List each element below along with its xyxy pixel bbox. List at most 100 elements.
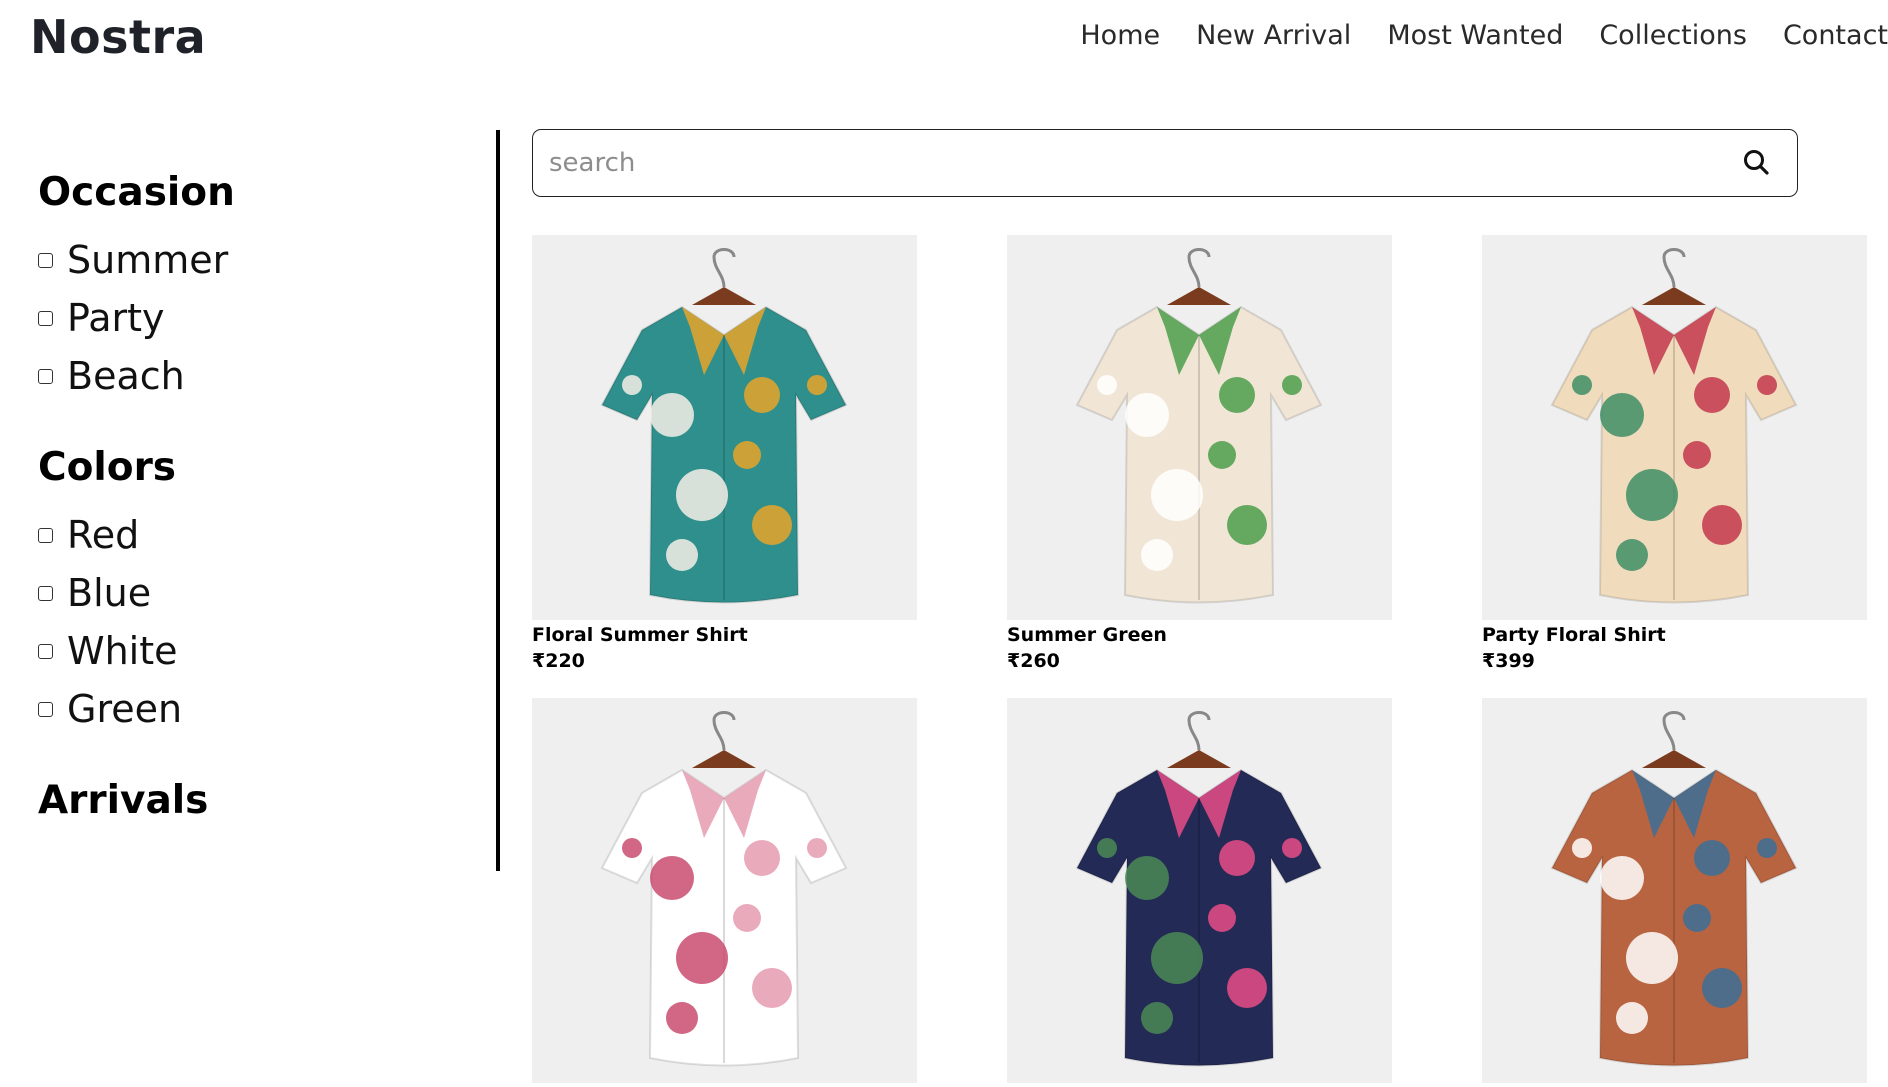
hanger-hook: [1662, 711, 1686, 751]
checkbox[interactable]: [38, 252, 53, 268]
shirt-pattern: [744, 377, 780, 413]
shirt-illustration: [600, 248, 848, 604]
product-card[interactable]: [1007, 698, 1392, 1087]
shirt-pattern: [1683, 441, 1711, 469]
shirt-pattern: [733, 904, 761, 932]
shirt-illustration: [1075, 248, 1323, 604]
shirt-pattern: [1626, 932, 1678, 984]
product-price: ₹260: [1007, 650, 1060, 672]
filter-option-green[interactable]: Green: [38, 680, 458, 738]
shirt-pattern: [733, 441, 761, 469]
hanger: [1642, 750, 1706, 768]
filter-option-summer[interactable]: Summer: [38, 231, 458, 289]
hanger-hook: [1187, 248, 1211, 288]
checkbox[interactable]: [38, 368, 53, 384]
shirt-pattern: [1616, 539, 1648, 571]
hanger-hook: [712, 248, 736, 288]
checkbox[interactable]: [38, 643, 53, 659]
shirt-pattern: [1572, 375, 1592, 395]
shirt-pattern: [650, 856, 694, 900]
checkbox[interactable]: [38, 701, 53, 717]
search-bar: [532, 129, 1798, 197]
product-image: [532, 698, 917, 1083]
shirt-pattern: [1097, 375, 1117, 395]
shirt-pattern: [1282, 838, 1302, 858]
filter-title-occasion: Occasion: [38, 170, 235, 215]
shirt-illustration: [1550, 248, 1798, 604]
hanger: [692, 750, 756, 768]
product-grid: Floral Summer Shirt ₹220 Summer Green ₹2…: [532, 235, 1867, 1087]
filter-sidebar: Occasion Summer Party Beach Colors Red B…: [38, 170, 458, 863]
nav-new-arrival[interactable]: New Arrival: [1196, 20, 1351, 51]
shirt-pattern: [622, 838, 642, 858]
shirt-pattern: [752, 968, 792, 1008]
main-nav: Home New Arrival Most Wanted Collections…: [1080, 20, 1888, 51]
search-icon[interactable]: [1739, 145, 1775, 181]
shirt-pattern: [1227, 968, 1267, 1008]
filter-title-colors: Colors: [38, 445, 177, 490]
product-price: ₹399: [1482, 650, 1535, 672]
shirt-pattern: [1141, 1002, 1173, 1034]
sidebar-divider: [496, 130, 500, 871]
product-card[interactable]: Summer Green ₹260: [1007, 235, 1392, 672]
filter-option-white[interactable]: White: [38, 622, 458, 680]
product-image: [1482, 698, 1867, 1083]
nav-most-wanted[interactable]: Most Wanted: [1387, 20, 1563, 51]
filter-title-arrivals: Arrivals: [38, 778, 209, 823]
hanger: [692, 287, 756, 305]
checkbox[interactable]: [38, 585, 53, 601]
filter-label: Red: [67, 513, 140, 557]
filter-label: Party: [67, 296, 165, 340]
hanger-hook: [1662, 248, 1686, 288]
shirt-pattern: [650, 393, 694, 437]
product-card[interactable]: [1482, 698, 1867, 1087]
shirt-pattern: [1227, 505, 1267, 545]
hanger: [1167, 287, 1231, 305]
shirt-pattern: [1683, 904, 1711, 932]
shirt-illustration: [600, 711, 848, 1067]
nav-contact[interactable]: Contact: [1783, 20, 1888, 51]
shirt-pattern: [666, 539, 698, 571]
filter-option-party[interactable]: Party: [38, 289, 458, 347]
shirt-pattern: [676, 932, 728, 984]
site-logo[interactable]: Nostra: [30, 10, 206, 64]
product-card[interactable]: [532, 698, 917, 1087]
shirt-pattern: [1757, 375, 1777, 395]
shirt-pattern: [1097, 838, 1117, 858]
shirt-pattern: [676, 469, 728, 521]
product-name: Floral Summer Shirt: [532, 624, 748, 646]
hanger: [1642, 287, 1706, 305]
shirt-pattern: [1282, 375, 1302, 395]
filter-group-colors: Colors Red Blue White Green: [38, 445, 458, 738]
filter-option-blue[interactable]: Blue: [38, 564, 458, 622]
shirt-illustration: [1075, 711, 1323, 1067]
shirt-pattern: [807, 838, 827, 858]
shirt-pattern: [752, 505, 792, 545]
filter-label: White: [67, 629, 178, 673]
nav-collections[interactable]: Collections: [1599, 20, 1747, 51]
filter-label: Summer: [67, 238, 229, 282]
filter-option-red[interactable]: Red: [38, 506, 458, 564]
checkbox[interactable]: [38, 310, 53, 326]
shirt-pattern: [1757, 838, 1777, 858]
filter-group-occasion: Occasion Summer Party Beach: [38, 170, 458, 405]
search-input[interactable]: [533, 130, 1739, 196]
product-card[interactable]: Party Floral Shirt ₹399: [1482, 235, 1867, 672]
shirt-pattern: [1572, 838, 1592, 858]
nav-home[interactable]: Home: [1080, 20, 1160, 51]
filter-group-arrivals: Arrivals: [38, 778, 458, 823]
shirt-pattern: [1141, 539, 1173, 571]
hanger-hook: [712, 711, 736, 751]
shirt-pattern: [1702, 968, 1742, 1008]
product-image: [1007, 235, 1392, 620]
shirt-pattern: [1694, 377, 1730, 413]
product-name: Party Floral Shirt: [1482, 624, 1666, 646]
shirt-pattern: [1616, 1002, 1648, 1034]
filter-option-beach[interactable]: Beach: [38, 347, 458, 405]
product-image: [1482, 235, 1867, 620]
shirt-pattern: [1702, 505, 1742, 545]
product-card[interactable]: Floral Summer Shirt ₹220: [532, 235, 917, 672]
checkbox[interactable]: [38, 527, 53, 543]
hanger: [1167, 750, 1231, 768]
product-name: Summer Green: [1007, 624, 1167, 646]
